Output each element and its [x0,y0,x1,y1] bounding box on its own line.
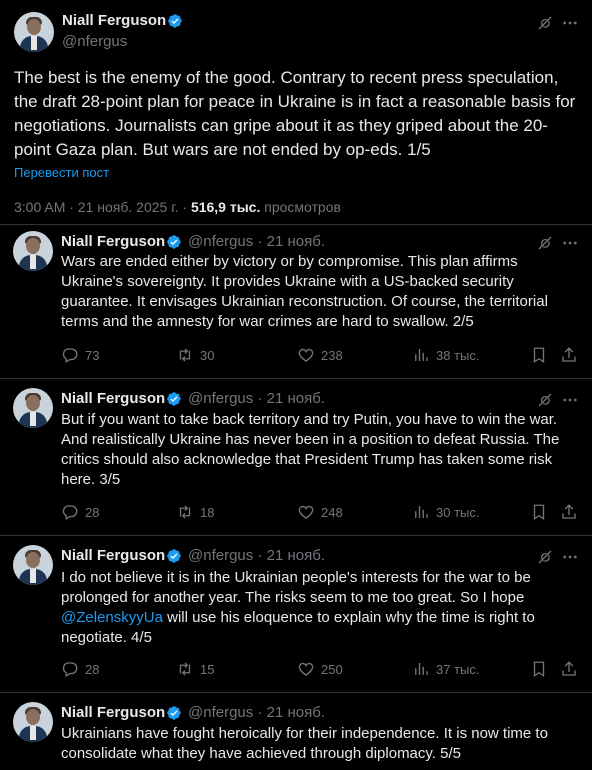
bookmark-icon[interactable] [530,503,548,521]
repost-icon [176,660,194,678]
views-count: 516,9 тыс. [190,199,261,215]
verified-badge-icon [166,548,182,564]
reply-author-name[interactable]: Niall Ferguson [61,704,165,721]
more-options-icon[interactable] [561,234,579,252]
like-count: 248 [321,504,343,520]
reply-text: Wars are ended either by victory or by c… [61,253,548,330]
reply-text: But if you want to take back territory a… [61,411,560,488]
reply-count: 28 [85,504,100,520]
reply-avatar[interactable] [13,231,53,271]
repost-button[interactable]: 15 [176,660,214,678]
author-handle[interactable]: @nfergus [62,33,127,50]
grok-icon[interactable] [536,391,554,409]
tweet-timestamp: 3:00 AM · 21 нояб. 2025 г. · 516,9 тыс. … [14,199,341,215]
reply-date[interactable]: · 21 нояб. [257,233,325,250]
repost-button[interactable]: 18 [176,503,214,521]
author-avatar[interactable] [14,12,54,52]
reply-meta: @nfergus · 21 нояб. [188,547,325,564]
reply-handle[interactable]: @nfergus [188,547,253,564]
grok-icon[interactable] [536,548,554,566]
verified-badge-icon [166,391,182,407]
like-count: 238 [321,347,343,363]
reply-icon [61,660,79,678]
repost-icon [176,346,194,364]
bookmark-icon[interactable] [530,346,548,364]
reply-meta: @nfergus · 21 нояб. [188,233,325,250]
views-icon [412,503,430,521]
views-count: 37 тыс. [436,661,480,677]
reply-author-name[interactable]: Niall Ferguson [61,390,165,407]
repost-icon [176,503,194,521]
divider [0,692,592,693]
repost-count: 15 [200,661,215,677]
repost-count: 30 [200,347,215,363]
reply-date[interactable]: · 21 нояб. [257,547,325,564]
reply-button[interactable]: 73 [61,346,99,364]
views-button[interactable]: 38 тыс. [412,346,479,364]
like-icon [297,660,315,678]
reply-count: 73 [85,347,100,363]
mention-link[interactable]: @ZelenskyyUa [61,609,163,626]
grok-icon[interactable] [536,234,554,252]
reply-count: 28 [85,661,100,677]
timestamp-text: 3:00 AM · 21 нояб. 2025 г. · [14,199,191,215]
divider [0,535,592,536]
views-label: просмотров [260,199,341,215]
reply-author-name[interactable]: Niall Ferguson [61,547,165,564]
reply-icon [61,346,79,364]
verified-badge-icon [167,13,183,29]
reply-author-name[interactable]: Niall Ferguson [61,233,165,250]
reply-handle[interactable]: @nfergus [188,390,253,407]
like-button[interactable]: 248 [297,503,343,521]
reply-date[interactable]: · 21 нояб. [257,704,325,721]
share-icon[interactable] [560,503,578,521]
like-count: 250 [321,661,343,677]
main-tweet-text: The best is the enemy of the good. Contr… [14,68,576,159]
like-button[interactable]: 238 [297,346,343,364]
repost-count: 18 [200,504,215,520]
views-count: 30 тыс. [436,504,480,520]
views-button[interactable]: 37 тыс. [412,660,479,678]
views-icon [412,660,430,678]
like-button[interactable]: 250 [297,660,343,678]
translate-post-link[interactable]: Перевести пост [14,165,109,180]
reply-text: I do not believe it is in the Ukrainian … [61,568,581,648]
views-icon [412,346,430,364]
more-options-icon[interactable] [561,391,579,409]
more-options-icon[interactable] [561,548,579,566]
reply-button[interactable]: 28 [61,503,99,521]
reply-text: Ukrainians have fought heroically for th… [61,725,548,762]
more-options-icon[interactable] [561,14,579,32]
share-icon[interactable] [560,346,578,364]
bookmark-icon[interactable] [530,660,548,678]
reply-avatar[interactable] [13,388,53,428]
grok-icon[interactable] [536,14,554,32]
repost-button[interactable]: 30 [176,346,214,364]
reply-avatar[interactable] [13,702,53,742]
reply-text-before: I do not believe it is in the Ukrainian … [61,569,531,606]
views-button[interactable]: 30 тыс. [412,503,479,521]
author-name[interactable]: Niall Ferguson [62,12,166,29]
reply-meta: @nfergus · 21 нояб. [188,390,325,407]
reply-meta: @nfergus · 21 нояб. [188,704,325,721]
reply-button[interactable]: 28 [61,660,99,678]
verified-badge-icon [166,705,182,721]
divider [0,378,592,379]
views-count: 38 тыс. [436,347,480,363]
like-icon [297,503,315,521]
reply-handle[interactable]: @nfergus [188,704,253,721]
like-icon [297,346,315,364]
reply-date[interactable]: · 21 нояб. [257,390,325,407]
divider [0,224,592,225]
reply-handle[interactable]: @nfergus [188,233,253,250]
reply-avatar[interactable] [13,545,53,585]
share-icon[interactable] [560,660,578,678]
reply-icon [61,503,79,521]
verified-badge-icon [166,234,182,250]
